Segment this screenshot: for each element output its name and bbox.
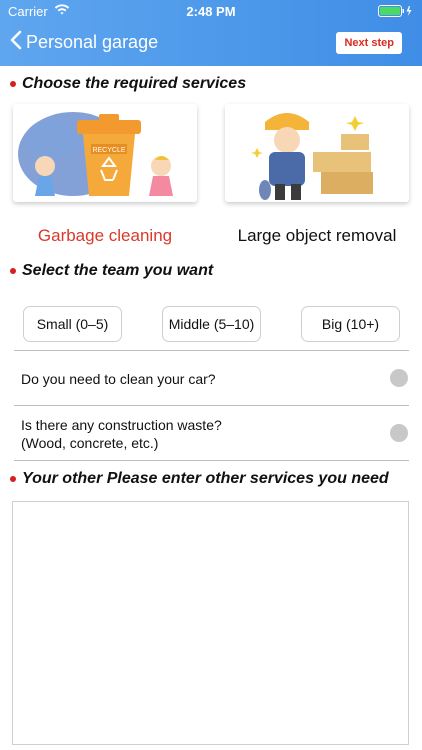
question-construction-line2: (Wood, concrete, etc.) [21,435,159,451]
status-bar: Carrier 2:48 PM [0,0,422,22]
service-card-garbage[interactable]: RECYCLE [13,104,197,202]
construction-waste-radio[interactable] [390,424,408,442]
bullet-dot-icon [10,268,16,274]
service-label-garbage[interactable]: Garbage cleaning [13,226,197,246]
mover-illustration [251,113,373,200]
bullet-dot-icon [10,81,16,87]
service-label-large-object[interactable]: Large object removal [219,226,415,246]
back-label: Personal garage [26,32,159,52]
divider [14,350,409,351]
nav-bar: Personal garage Next step [0,28,422,62]
other-services-textarea[interactable] [12,501,409,745]
recycle-illustration: RECYCLE [18,112,173,196]
service-card-large-object[interactable] [225,104,409,202]
question-construction-line1: Is there any construction waste? [21,417,222,433]
other-title-text: Your other Please enter other services y… [22,470,389,487]
app-header: Carrier 2:48 PM Personal garage Next ste… [0,0,422,66]
question-construction-waste: Is there any construction waste? (Wood, … [21,416,222,452]
chevron-left-icon [10,30,22,55]
team-middle-button[interactable]: Middle (5–10) [162,306,261,342]
next-step-button[interactable]: Next step [336,32,402,54]
team-small-button[interactable]: Small (0–5) [23,306,122,342]
status-time: 2:48 PM [186,4,236,19]
battery-icon [378,5,414,20]
services-section-title: Choose the required services [10,75,246,93]
services-title-text: Choose the required services [22,75,247,92]
question-clean-car-text: Do you need to clean your car? [21,371,216,387]
question-clean-car: Do you need to clean your car? [21,370,216,388]
clean-car-radio[interactable] [390,369,408,387]
team-big-button[interactable]: Big (10+) [301,306,400,342]
divider [14,460,409,461]
team-section-title: Select the team you want [10,262,213,280]
team-title-text: Select the team you want [22,262,214,279]
divider [14,405,409,406]
recycle-bin-text: RECYCLE [92,147,125,154]
bullet-dot-icon [10,476,16,482]
back-button[interactable]: Personal garage [10,30,158,55]
other-section-title: Your other Please enter other services y… [10,470,389,488]
